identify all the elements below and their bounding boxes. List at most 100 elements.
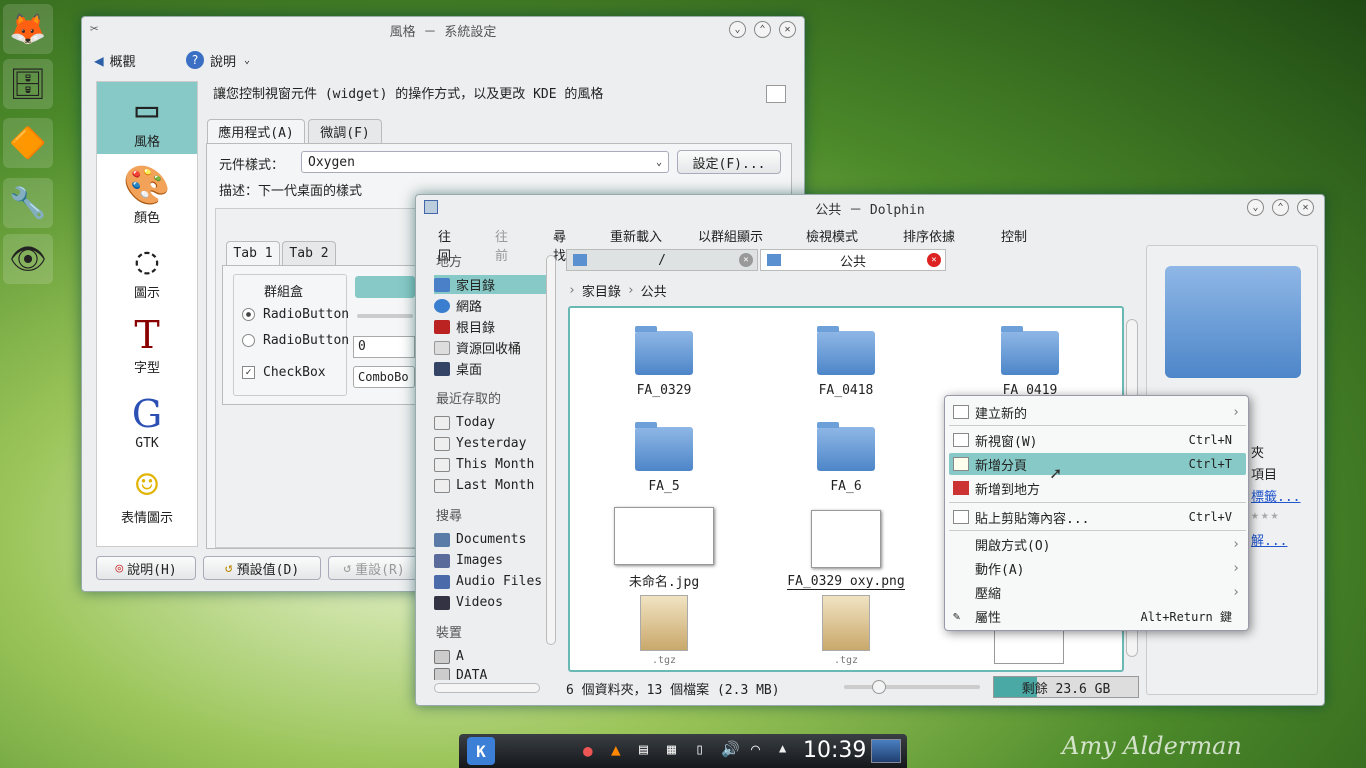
menu-control[interactable]: 控制 xyxy=(1001,226,1027,245)
menu-item-paste[interactable]: 貼上剪貼簿內容... Ctrl+V xyxy=(949,506,1246,528)
close-icon[interactable]: ✕ xyxy=(779,21,796,38)
checkbox[interactable]: ✓ CheckBox xyxy=(242,365,326,380)
search-documents[interactable]: Documents xyxy=(434,530,546,549)
place-home[interactable]: 家目錄 xyxy=(434,275,546,294)
desktop-pager-icon[interactable] xyxy=(871,739,901,763)
search-images[interactable]: Images xyxy=(434,551,546,570)
keyboard-icon[interactable]: ▦ xyxy=(667,740,676,758)
search-audio[interactable]: Audio Files xyxy=(434,572,546,591)
tab-fine-tuning[interactable]: 微調(F) xyxy=(308,119,382,143)
close-icon[interactable]: ✕ xyxy=(1297,199,1314,216)
recent-yesterday[interactable]: Yesterday xyxy=(434,434,546,453)
volume-icon[interactable]: 🔊 xyxy=(721,740,740,758)
dolphin-app-icon[interactable] xyxy=(424,200,438,214)
preview-tab-2[interactable]: Tab 2 xyxy=(282,241,336,265)
minimize-icon[interactable]: ⌄ xyxy=(1247,199,1264,216)
menu-item-open-with[interactable]: 開啟方式(O) › xyxy=(949,533,1246,555)
file-item[interactable]: FA_0418 xyxy=(776,308,916,398)
close-tab-icon[interactable]: ✕ xyxy=(927,253,941,267)
configure-button[interactable]: 設定(F)... xyxy=(677,150,781,174)
overview-button[interactable]: ◀ 概觀 xyxy=(94,49,136,71)
menu-item-properties[interactable]: ✎ 屬性 Alt+Return 鍵 xyxy=(949,605,1246,627)
kde-menu-icon[interactable]: K xyxy=(467,737,495,765)
comment-link[interactable]: 解... xyxy=(1251,530,1287,549)
notification-icon[interactable]: ● xyxy=(583,741,593,760)
file-item[interactable]: .tgz xyxy=(776,576,916,666)
edit-icon[interactable] xyxy=(766,85,786,103)
spin-box[interactable]: 0 xyxy=(353,336,415,358)
recent-today[interactable]: Today xyxy=(434,413,546,432)
tools-icon[interactable]: ✂ xyxy=(90,21,98,37)
tab-root[interactable]: / ✕ xyxy=(566,249,758,271)
place-root[interactable]: 根目錄 xyxy=(434,317,546,336)
menu-item-create-new[interactable]: 建立新的 › xyxy=(949,401,1246,423)
radio-button-1[interactable]: RadioButton xyxy=(242,307,349,322)
zoom-slider[interactable] xyxy=(844,680,980,694)
file-item[interactable]: FA_0419 xyxy=(960,308,1100,398)
vlc-icon[interactable]: 🔶 xyxy=(3,118,53,168)
category-gtk[interactable]: G GTK xyxy=(97,383,197,455)
category-emoticons[interactable]: ☺ 表情圖示 xyxy=(97,458,197,530)
places-scrollbar[interactable] xyxy=(546,255,556,645)
category-fonts[interactable]: T 字型 xyxy=(97,308,197,380)
place-network[interactable]: 網路 xyxy=(434,296,546,315)
file-manager-icon[interactable]: 🗄 xyxy=(3,59,53,109)
clock[interactable]: 10:39 xyxy=(803,738,866,763)
preview-tab-1[interactable]: Tab 1 xyxy=(226,241,280,265)
file-item[interactable]: .tgz xyxy=(594,576,734,666)
combo-box[interactable]: ComboBo xyxy=(353,366,415,388)
menu-item-new-tab[interactable]: 新增分頁 Ctrl+T xyxy=(949,453,1246,475)
menu-reload[interactable]: 重新載入 xyxy=(610,226,662,245)
minimize-icon[interactable]: ⌄ xyxy=(729,21,746,38)
search-videos[interactable]: Videos xyxy=(434,593,546,612)
category-style[interactable]: ▭ 風格 xyxy=(97,82,197,154)
menu-group-view[interactable]: 以群組顯示 xyxy=(698,226,763,245)
menu-view-mode[interactable]: 檢視模式 xyxy=(806,226,858,245)
maximize-icon[interactable]: ⌃ xyxy=(1272,199,1289,216)
preview-button[interactable] xyxy=(355,276,415,298)
menu-item-actions[interactable]: 動作(A) › xyxy=(949,557,1246,579)
file-item[interactable]: FA_0329 xyxy=(594,308,734,398)
settings-tools-icon[interactable]: 🔧 xyxy=(3,178,53,228)
tab-public[interactable]: 公共 ✕ xyxy=(760,249,946,271)
help-menu-button[interactable]: ? 說明 ⌄ xyxy=(186,49,250,71)
tray-expand-icon[interactable]: ▲ xyxy=(779,741,786,755)
close-tab-icon[interactable]: ✕ xyxy=(739,253,753,267)
device-icon[interactable]: ▯ xyxy=(695,740,704,758)
image-thumbnail[interactable] xyxy=(994,628,1064,664)
menu-sort-by[interactable]: 排序依據 xyxy=(903,226,955,245)
tab-applications[interactable]: 應用程式(A) xyxy=(207,119,305,143)
radio-button-2[interactable]: RadioButton xyxy=(242,333,349,348)
place-desktop[interactable]: 桌面 xyxy=(434,359,546,378)
preview-slider[interactable] xyxy=(357,314,413,318)
menu-item-add-to-places[interactable]: 新增到地方 xyxy=(949,477,1246,499)
tags-link[interactable]: 標籤... xyxy=(1251,486,1300,505)
places-hscrollbar[interactable] xyxy=(434,683,540,693)
category-icons[interactable]: ◌ 圖示 xyxy=(97,233,197,305)
defaults-button[interactable]: ↺ 預設值(D) xyxy=(203,556,321,580)
clipboard-icon[interactable]: ▤ xyxy=(639,740,648,758)
recent-last-month[interactable]: Last Month xyxy=(434,476,546,495)
rating-stars[interactable]: ★★★ xyxy=(1251,508,1280,523)
breadcrumb-public[interactable]: 公共 xyxy=(641,281,667,300)
file-item[interactable]: FA_6 xyxy=(776,404,916,494)
place-trash[interactable]: 資源回收桶 xyxy=(434,338,546,357)
menu-item-compress[interactable]: 壓縮 › xyxy=(949,581,1246,603)
recent-this-month[interactable]: This Month xyxy=(434,455,546,474)
file-item[interactable]: FA_5 xyxy=(594,404,734,494)
wifi-icon[interactable]: ◠ xyxy=(751,740,760,758)
settings-titlebar[interactable]: ✂ 風格 － 系統設定 ⌄ ⌃ ✕ xyxy=(82,17,804,43)
breadcrumb-home[interactable]: 家目錄 xyxy=(582,281,621,300)
firefox-icon[interactable]: 🦊 xyxy=(3,4,53,54)
device-a[interactable]: A xyxy=(434,647,546,666)
eye-icon[interactable]: 👁 xyxy=(3,234,53,284)
zoom-slider-handle[interactable] xyxy=(872,680,886,694)
help-button[interactable]: ◎ 說明(H) xyxy=(96,556,196,580)
maximize-icon[interactable]: ⌃ xyxy=(754,21,771,38)
device-data[interactable]: DATA xyxy=(434,668,546,680)
category-color[interactable]: 🎨 顏色 xyxy=(97,158,197,230)
dolphin-titlebar[interactable]: 公共 － Dolphin ⌄ ⌃ ✕ xyxy=(416,195,1324,221)
widget-style-select[interactable]: Oxygen ⌄ xyxy=(301,151,669,173)
reset-button[interactable]: ↺ 重設(R) xyxy=(328,556,420,580)
menu-item-new-window[interactable]: 新視窗(W) Ctrl+N xyxy=(949,429,1246,451)
